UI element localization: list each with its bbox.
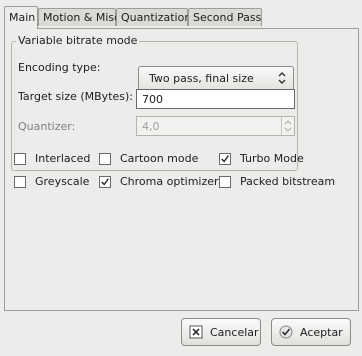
target-size-input[interactable]: 700	[136, 89, 295, 109]
tab-quantization[interactable]: Quantization	[116, 8, 191, 26]
frame-title: Variable bitrate mode	[16, 34, 140, 47]
tab-panel: Variable bitrate mode Encoding type: Two…	[4, 28, 359, 311]
greyscale-label: Greyscale	[35, 175, 90, 188]
cancel-button[interactable]: Cancelar	[181, 318, 261, 346]
chroma-optimizer-label: Chroma optimizer	[120, 175, 219, 188]
checkbox-unchecked-icon[interactable]	[99, 153, 111, 165]
cancel-label: Cancelar	[210, 326, 259, 339]
spin-arrows-icon[interactable]	[281, 117, 294, 135]
interlaced-label: Interlaced	[35, 152, 91, 165]
quantizer-value: 4,0	[142, 120, 160, 133]
target-size-value: 700	[142, 93, 163, 106]
tab-second-pass[interactable]: Second Pass	[188, 8, 262, 26]
accept-button[interactable]: Aceptar	[271, 318, 351, 346]
packed-bitstream-label: Packed bitstream	[240, 175, 336, 188]
quantizer-label: Quantizer:	[18, 120, 76, 133]
quantizer-spinbutton[interactable]: 4,0	[136, 116, 295, 136]
checkbox-unchecked-icon[interactable]	[14, 176, 26, 188]
target-size-label: Target size (MBytes):	[18, 90, 134, 103]
tab-main[interactable]: Main	[4, 6, 38, 29]
tab-motion-misc[interactable]: Motion & Misc	[38, 8, 120, 26]
checkbox-unchecked-icon[interactable]	[219, 176, 231, 188]
updown-arrows-icon	[278, 72, 286, 84]
checkbox-unchecked-icon[interactable]	[14, 153, 26, 165]
encoding-type-value: Two pass, final size	[149, 72, 254, 85]
encoding-type-combo[interactable]: Two pass, final size	[138, 66, 294, 91]
checkbox-checked-icon[interactable]	[99, 176, 111, 188]
checkbox-checked-icon[interactable]	[219, 153, 231, 165]
encoding-type-label: Encoding type:	[18, 61, 101, 74]
close-icon	[189, 325, 203, 339]
checkmark-icon	[221, 155, 229, 163]
checkmark-icon	[279, 325, 293, 339]
accept-label: Aceptar	[300, 326, 343, 339]
turbo-mode-label: Turbo Mode	[240, 152, 304, 165]
checkmark-icon	[101, 178, 109, 186]
cartoon-mode-label: Cartoon mode	[120, 152, 199, 165]
